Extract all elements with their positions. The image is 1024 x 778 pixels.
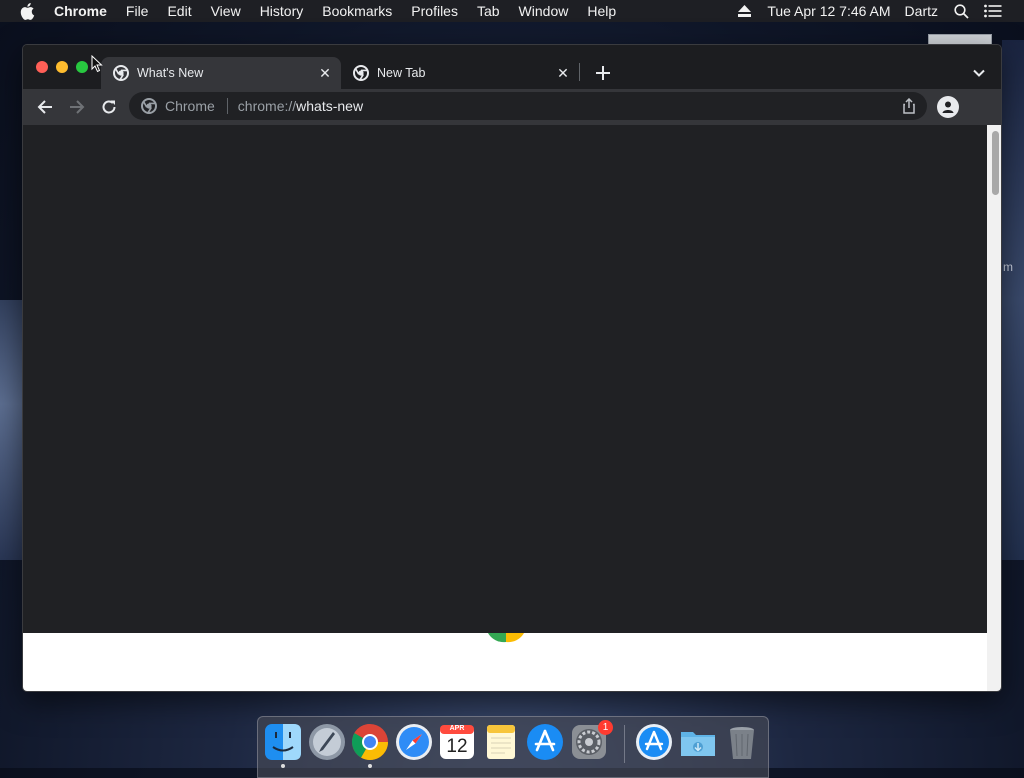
- page-content[interactable]: [23, 125, 987, 691]
- chrome-logo-partial-icon: [488, 633, 524, 643]
- chrome-favicon-icon: [113, 65, 129, 81]
- downloads-folder-icon[interactable]: [678, 722, 718, 762]
- app-store-download-icon[interactable]: [634, 722, 674, 762]
- chip-divider: [226, 98, 228, 114]
- user-name[interactable]: Dartz: [905, 3, 938, 19]
- menu-edit[interactable]: Edit: [167, 3, 191, 19]
- window-minimize-button[interactable]: [56, 61, 68, 73]
- calendar-icon[interactable]: APR 12: [437, 722, 477, 762]
- url-path: whats-new: [296, 98, 364, 114]
- spotlight-search-icon[interactable]: [952, 2, 970, 20]
- page-white-section: [23, 633, 987, 691]
- share-icon[interactable]: [901, 98, 917, 114]
- mouse-cursor-icon: [91, 55, 103, 73]
- tab-close-icon[interactable]: ✕: [317, 65, 333, 81]
- launchpad-icon[interactable]: [307, 722, 347, 762]
- tab-title: What's New: [137, 66, 204, 80]
- reload-icon[interactable]: [97, 95, 121, 119]
- chrome-running-indicator: [368, 764, 372, 768]
- menu-file[interactable]: File: [126, 3, 149, 19]
- calendar-day: 12: [446, 736, 468, 757]
- window-zoom-button[interactable]: [76, 61, 88, 73]
- trash-icon[interactable]: [722, 722, 762, 762]
- finder-running-indicator: [281, 764, 285, 768]
- safari-icon[interactable]: [394, 722, 434, 762]
- notification-center-icon[interactable]: [984, 2, 1002, 20]
- finder-icon[interactable]: [263, 722, 303, 762]
- menu-window[interactable]: Window: [519, 3, 569, 19]
- desktop-label-partial: m: [1003, 260, 1013, 274]
- menu-view[interactable]: View: [211, 3, 241, 19]
- chrome-app-icon[interactable]: [350, 722, 390, 762]
- menu-tab[interactable]: Tab: [477, 3, 500, 19]
- wallpaper-right: [1002, 40, 1024, 560]
- eject-icon[interactable]: [735, 2, 753, 20]
- site-chip-label[interactable]: Chrome: [165, 98, 215, 114]
- clock-datetime[interactable]: Tue Apr 12 7:46 AM: [767, 3, 890, 19]
- wallpaper-left: [0, 300, 22, 560]
- dock-separator: [624, 725, 625, 763]
- menu-help[interactable]: Help: [587, 3, 616, 19]
- window-close-button[interactable]: [36, 61, 48, 73]
- tab-whats-new[interactable]: What's New ✕: [101, 57, 341, 89]
- scrollbar-thumb[interactable]: [992, 131, 999, 195]
- calendar-month: APR: [449, 725, 465, 732]
- browser-toolbar: Chrome chrome:// whats-new: [23, 89, 1001, 125]
- tab-new-tab[interactable]: New Tab ✕: [341, 57, 579, 89]
- vertical-scrollbar[interactable]: [987, 125, 1001, 691]
- menu-profiles[interactable]: Profiles: [411, 3, 458, 19]
- tab-search-chevron-down-icon[interactable]: [967, 61, 991, 85]
- tab-title: New Tab: [377, 66, 426, 80]
- address-bar[interactable]: Chrome chrome:// whats-new: [129, 92, 927, 120]
- apple-menu-icon[interactable]: [20, 2, 38, 20]
- notification-badge: 1: [598, 720, 613, 735]
- dock: APR 12 1: [257, 716, 769, 778]
- tab-strip: What's New ✕ New Tab ✕: [23, 45, 1001, 89]
- menu-app-chrome[interactable]: Chrome: [54, 3, 107, 19]
- new-tab-button[interactable]: [591, 61, 615, 85]
- url-scheme: chrome://: [237, 98, 297, 114]
- menu-bar: Chrome File Edit View History Bookmarks …: [0, 0, 1024, 22]
- app-store-icon[interactable]: [525, 722, 565, 762]
- back-arrow-icon[interactable]: [33, 95, 57, 119]
- chrome-favicon-icon: [353, 65, 369, 81]
- forward-arrow-icon[interactable]: [65, 95, 89, 119]
- tab-close-icon[interactable]: ✕: [555, 65, 571, 81]
- chrome-page-icon: [141, 98, 157, 114]
- notes-icon[interactable]: [481, 722, 521, 762]
- tab-separator: [579, 63, 580, 81]
- browser-window: What's New ✕ New Tab ✕ Chrome chrome:// …: [22, 44, 1002, 692]
- menu-bookmarks[interactable]: Bookmarks: [322, 3, 392, 19]
- menu-history[interactable]: History: [260, 3, 304, 19]
- profile-avatar-icon[interactable]: [937, 96, 959, 118]
